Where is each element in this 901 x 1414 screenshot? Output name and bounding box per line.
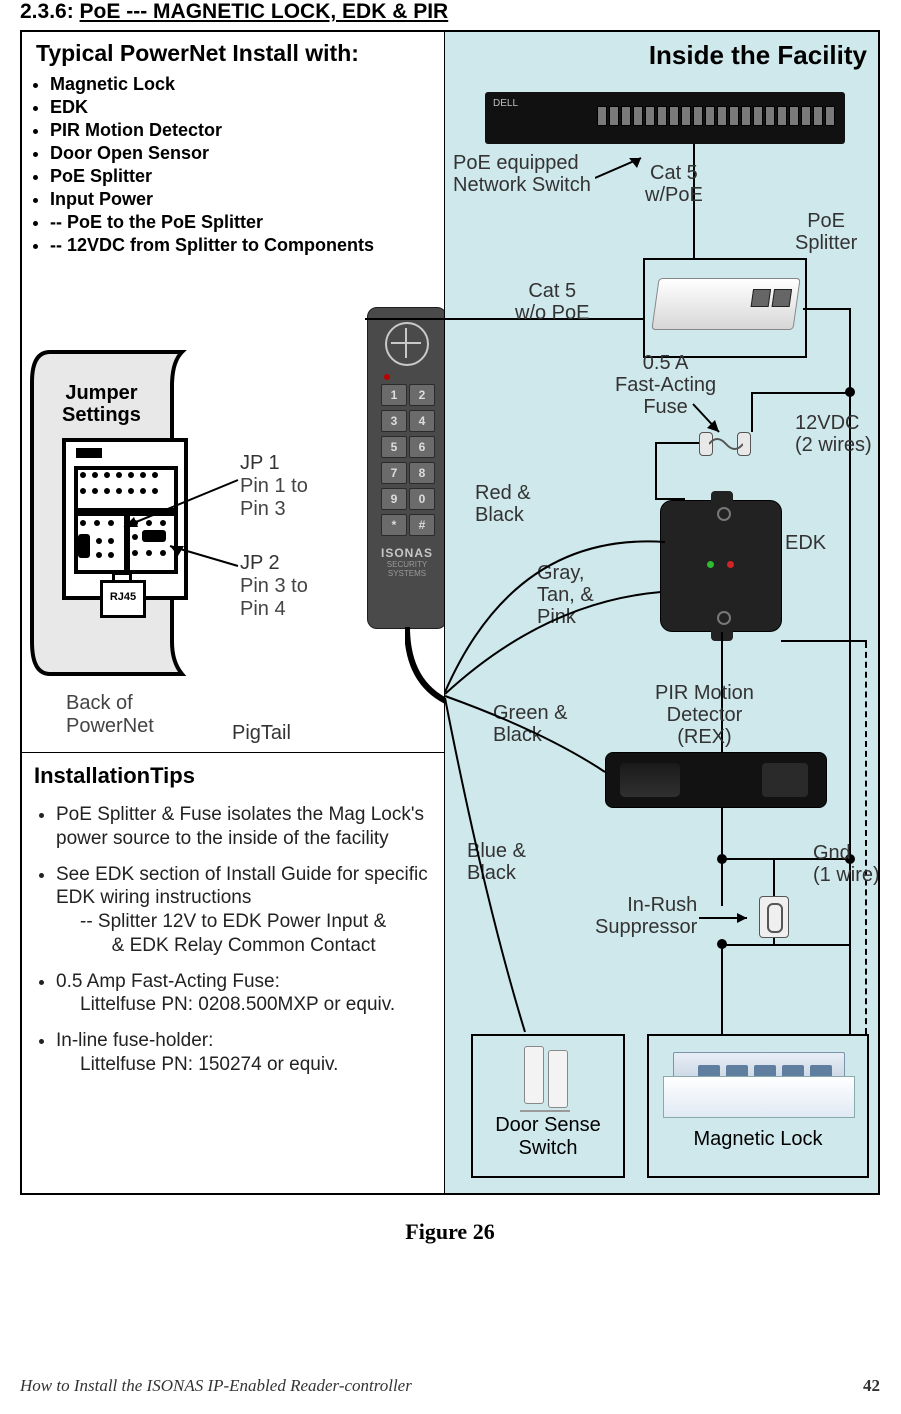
cat5-nopoE-label: Cat 5 w/o PoE bbox=[515, 280, 589, 324]
tips-item: See EDK section of Install Guide for spe… bbox=[56, 857, 432, 964]
install-item: Input Power bbox=[50, 188, 444, 211]
wire bbox=[365, 318, 643, 320]
diagram-left-panel: Typical PowerNet Install with: Magnetic … bbox=[22, 32, 444, 1193]
inside-facility-title: Inside the Facility bbox=[649, 40, 867, 71]
install-item: Magnetic Lock bbox=[50, 73, 444, 96]
section-number: 2.3.6: bbox=[20, 0, 80, 23]
pigtail-label: PigTail bbox=[232, 722, 291, 745]
section-title: PoE --- MAGNETIC LOCK, EDK & PIR bbox=[80, 0, 449, 23]
key: 7 bbox=[381, 462, 407, 484]
install-item: PoE Splitter bbox=[50, 165, 444, 188]
splitter-body-icon bbox=[651, 278, 800, 330]
key: 6 bbox=[409, 436, 435, 458]
diagram-right-panel: Inside the Facility DELL PoE equipped Ne… bbox=[444, 32, 880, 1193]
tips-list: PoE Splitter & Fuse isolates the Mag Loc… bbox=[34, 797, 432, 1083]
wire bbox=[803, 308, 851, 310]
install-item: -- PoE to the PoE Splitter bbox=[50, 211, 444, 234]
jp1-label: JP 1Pin 1 to Pin 3 bbox=[240, 452, 308, 521]
footer-title: How to Install the ISONAS IP-Enabled Rea… bbox=[20, 1376, 412, 1396]
switch-ports-icon bbox=[597, 106, 835, 126]
installation-tips: InstallationTips PoE Splitter & Fuse iso… bbox=[22, 752, 444, 1083]
key: 3 bbox=[381, 410, 407, 432]
switch-brand: DELL bbox=[493, 98, 518, 109]
magnetic-lock-label: Magnetic Lock bbox=[649, 1128, 867, 1151]
key: 1 bbox=[381, 384, 407, 406]
wire bbox=[751, 392, 851, 394]
figure-caption: Figure 26 bbox=[20, 1219, 880, 1245]
inrush-suppressor bbox=[759, 896, 789, 938]
wire bbox=[721, 944, 851, 946]
install-heading: Typical PowerNet Install with: bbox=[22, 32, 444, 69]
magnetic-lock: Magnetic Lock bbox=[647, 1034, 869, 1178]
wire bbox=[781, 640, 867, 642]
tips-subitem: Littelfuse PN: 150274 or equiv. bbox=[56, 1053, 432, 1077]
tips-item: PoE Splitter & Fuse isolates the Mag Loc… bbox=[56, 797, 432, 857]
tips-item: 0.5 Amp Fast-Acting Fuse: Littelfuse PN:… bbox=[56, 964, 432, 1024]
door-sense-icon bbox=[508, 1046, 588, 1110]
v12-label: 12VDC (2 wires) bbox=[795, 412, 872, 456]
switch-label: PoE equipped Network Switch bbox=[453, 152, 591, 196]
jumper-strip bbox=[76, 448, 102, 458]
jp1-arrow-icon bbox=[120, 477, 250, 537]
network-switch: DELL bbox=[485, 92, 845, 144]
install-item: EDK bbox=[50, 96, 444, 119]
edk-label: EDK bbox=[785, 532, 826, 554]
fuse-arrow-icon bbox=[689, 402, 729, 442]
reader-target-icon bbox=[385, 322, 429, 366]
jp2-arrow-icon bbox=[164, 542, 254, 582]
key: * bbox=[381, 514, 407, 536]
wire bbox=[849, 944, 851, 1034]
wire bbox=[751, 392, 753, 432]
key: 9 bbox=[381, 488, 407, 510]
key: 5 bbox=[381, 436, 407, 458]
rj45-jack: RJ45 bbox=[100, 580, 146, 618]
door-sense-label: Door Sense Switch bbox=[473, 1114, 623, 1160]
jumper-title: Jumper Settings bbox=[62, 382, 141, 426]
poe-splitter bbox=[643, 258, 807, 358]
back-of-powernet-label: Back of PowerNet bbox=[66, 692, 154, 738]
poe-splitter-label: PoE Splitter bbox=[795, 210, 857, 254]
key: 2 bbox=[409, 384, 435, 406]
gnd-label: Gnd (1 wire) bbox=[813, 842, 880, 886]
tips-item: In-line fuse-holder: Littelfuse PN: 1502… bbox=[56, 1023, 432, 1083]
page-number: 42 bbox=[863, 1376, 880, 1396]
install-item: PIR Motion Detector bbox=[50, 119, 444, 142]
figure-diagram: Typical PowerNet Install with: Magnetic … bbox=[20, 30, 880, 1195]
page-footer: How to Install the ISONAS IP-Enabled Rea… bbox=[20, 1376, 880, 1396]
wire bbox=[773, 858, 775, 896]
install-list: Magnetic Lock EDK PIR Motion Detector Do… bbox=[22, 73, 444, 257]
ground-wire bbox=[865, 642, 867, 1034]
pigtail-fan-icon bbox=[405, 472, 725, 1052]
cat5-poe-label: Cat 5 w/PoE bbox=[645, 162, 703, 206]
jumper-settings-block: Jumper Settings [] bbox=[40, 342, 240, 672]
tips-subitem: Littelfuse PN: 0208.500MXP or equiv. bbox=[56, 993, 432, 1017]
install-item: Door Open Sensor bbox=[50, 142, 444, 165]
wire bbox=[655, 442, 703, 444]
tips-subitem: -- Splitter 12V to EDK Power Input & & E… bbox=[56, 910, 432, 958]
section-heading: 2.3.6: PoE --- MAGNETIC LOCK, EDK & PIR bbox=[20, 0, 881, 30]
door-sense-switch: Door Sense Switch bbox=[471, 1034, 625, 1178]
key: 4 bbox=[409, 410, 435, 432]
install-item: -- 12VDC from Splitter to Components bbox=[50, 234, 444, 257]
reader-led-icon bbox=[384, 374, 390, 380]
tips-heading: InstallationTips bbox=[34, 763, 432, 789]
magnetic-lock-icon bbox=[663, 1046, 853, 1124]
